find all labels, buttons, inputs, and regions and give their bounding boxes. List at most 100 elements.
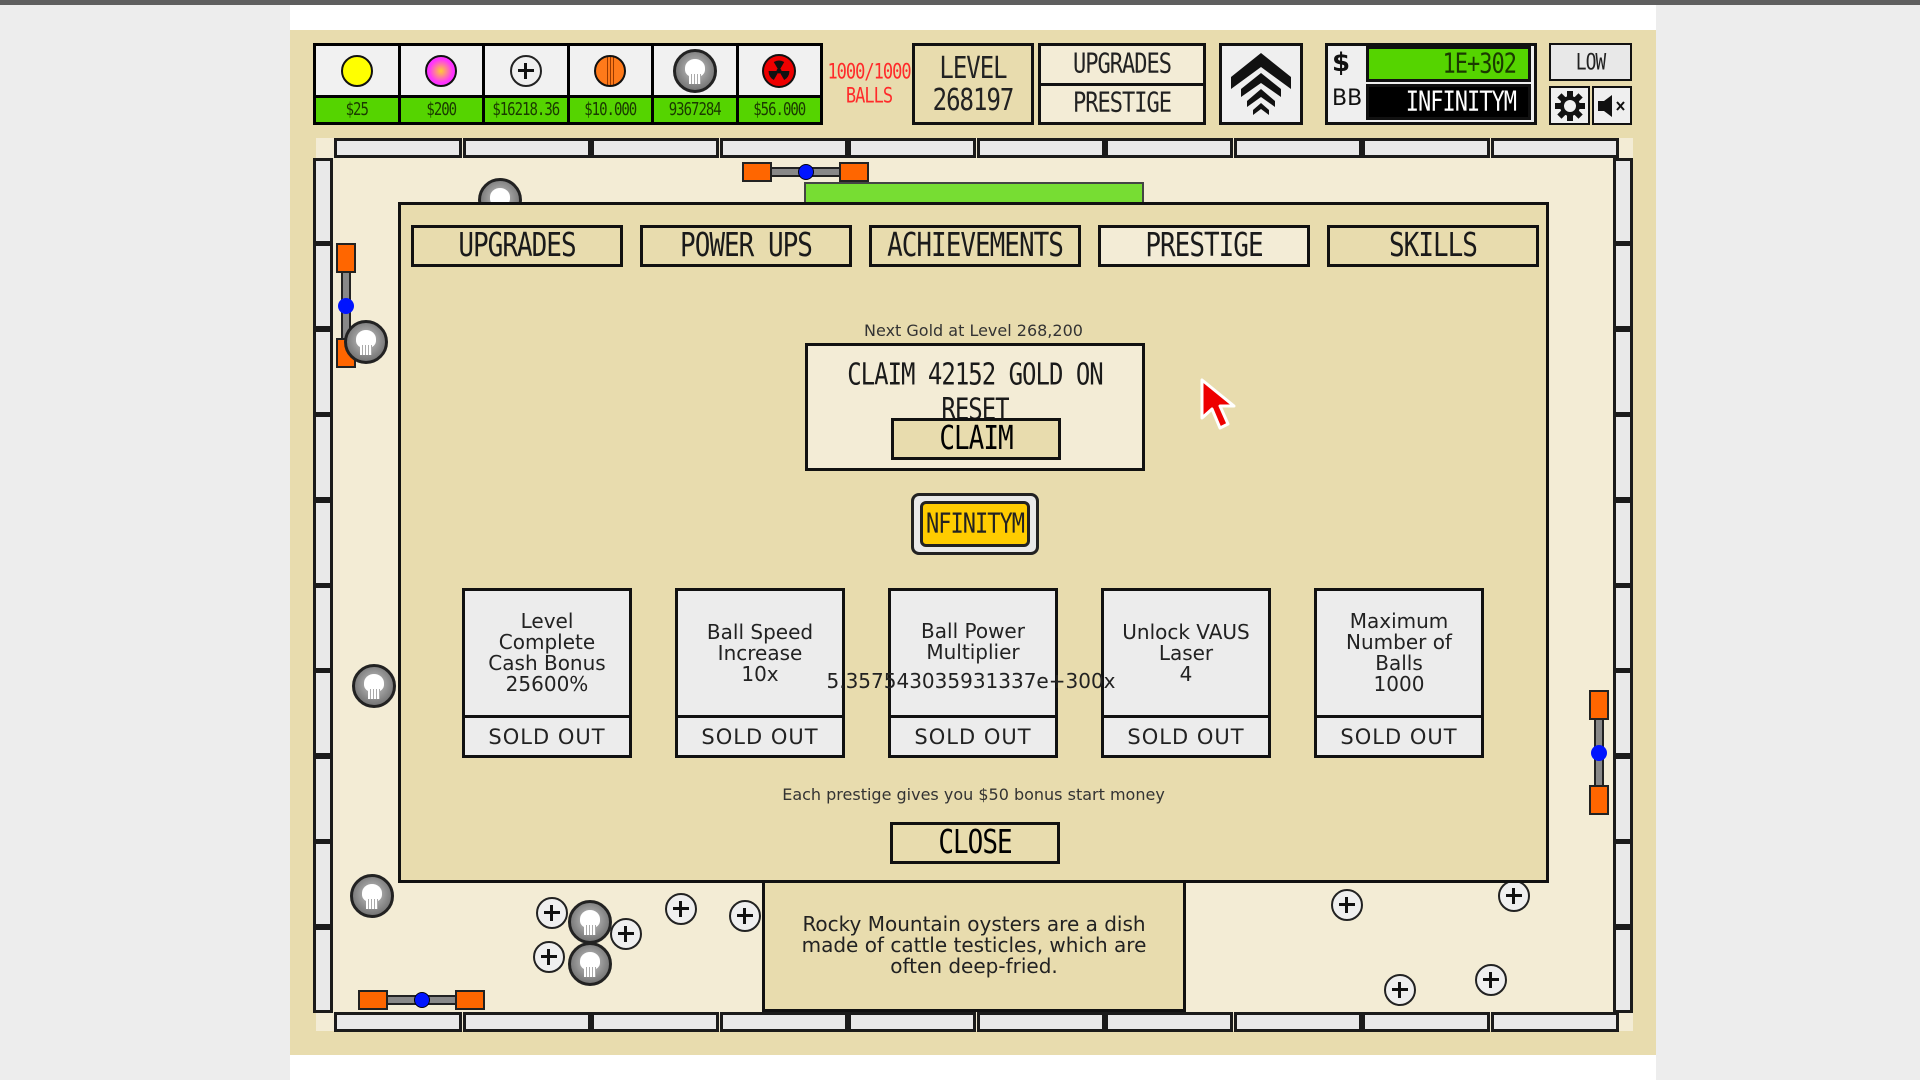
wall-brick	[1613, 926, 1633, 1013]
wall-brick	[1613, 499, 1633, 586]
mute-button[interactable]	[1592, 86, 1632, 125]
tab-prestige[interactable]: PRESTIGE	[1098, 225, 1310, 267]
upgrades-button[interactable]: UPGRADES	[1041, 46, 1203, 83]
menu-buttons: UPGRADES PRESTIGE	[1038, 43, 1206, 125]
wall-brick	[313, 499, 333, 586]
tab-label: ACHIEVEMENTS	[887, 227, 1064, 265]
ball-price: 9367284	[668, 100, 722, 120]
skull-ball	[350, 874, 394, 918]
wall-brick	[1613, 841, 1633, 928]
buy-ball-button-radioactive[interactable]: $56.000	[738, 46, 820, 122]
wall-brick	[1613, 243, 1633, 330]
tab-achievements[interactable]: ACHIEVEMENTS	[869, 225, 1081, 267]
upgrade-description: Unlock VAUS Laser 4	[1122, 619, 1250, 686]
wall-brick	[313, 158, 333, 244]
wall-brick	[848, 1012, 976, 1032]
prestige-dialog: UPGRADES POWER UPS ACHIEVEMENTS PRESTIGE…	[398, 202, 1549, 883]
plus-ball	[1331, 889, 1363, 921]
wall-brick	[1233, 1012, 1362, 1032]
wall-brick	[313, 755, 333, 842]
plus-ball	[665, 893, 697, 925]
buy-ball-button-plus[interactable]: $16218.36	[485, 46, 567, 122]
tab-label: POWER UPS	[680, 227, 813, 265]
skull-ball	[568, 942, 612, 986]
plus-ball-icon	[509, 54, 542, 87]
buy-ball-button-plasma[interactable]: $200	[400, 46, 482, 122]
ball-price: $16218.36	[492, 100, 560, 120]
wall-brick	[1105, 138, 1233, 158]
upgrade-description: Level Complete Cash Bonus 25600%	[488, 609, 606, 696]
plus-ball	[610, 918, 642, 950]
skull-ball-icon	[672, 48, 717, 93]
wall-brick	[334, 138, 462, 158]
radioactive-ball-icon	[762, 53, 797, 88]
plus-ball	[729, 900, 761, 932]
buy-ball-button-orange[interactable]: $10.000	[569, 46, 651, 122]
fun-fact-text: Rocky Mountain oysters are a dish made o…	[801, 912, 1147, 978]
wall-brick	[1613, 755, 1633, 842]
prestige-button[interactable]: PRESTIGE	[1041, 85, 1203, 122]
speaker-muted-icon	[1598, 94, 1625, 117]
wall-brick	[1613, 670, 1633, 757]
tab-label: PRESTIGE	[1145, 227, 1263, 265]
upgrade-buy-button[interactable]: SOLD OUT	[891, 715, 1055, 755]
money-value-field: 1E+302	[1366, 46, 1531, 82]
prestige-bonus-note: Each prestige gives you $50 bonus start …	[782, 785, 1165, 804]
claim-gold-text: CLAIM 42152 GOLD ON RESET	[847, 357, 1104, 427]
upgrades-button-label: UPGRADES	[1073, 48, 1172, 80]
orange-striped-ball-icon	[594, 54, 627, 87]
yellow-ball-icon	[340, 54, 373, 87]
quality-label: LOW	[1575, 48, 1606, 76]
paddle-top	[742, 162, 869, 182]
upgrade-buy-button[interactable]: SOLD OUT	[1317, 715, 1481, 755]
upgrade-description: Ball Power Multiplier	[921, 619, 1025, 664]
upgrade-card-cash-bonus: Level Complete Cash Bonus 25600% SOLD OU…	[462, 588, 632, 758]
upgrade-buy-button[interactable]: SOLD OUT	[678, 715, 842, 755]
wall-brick	[313, 243, 333, 330]
gear-icon	[1554, 90, 1585, 121]
wall-brick	[591, 138, 719, 158]
tab-upgrades[interactable]: UPGRADES	[411, 225, 623, 267]
claim-button-label: CLAIM	[939, 420, 1013, 458]
close-button[interactable]: CLOSE	[890, 822, 1060, 864]
claim-gold-panel: CLAIM 42152 GOLD ON RESET CLAIM	[805, 343, 1145, 471]
tab-label: SKILLS	[1389, 227, 1478, 265]
settings-button[interactable]	[1549, 86, 1590, 125]
wall-brick	[1233, 138, 1362, 158]
bb-label: BB	[1332, 86, 1363, 111]
wall-brick	[334, 1012, 462, 1032]
tab-label: UPGRADES	[458, 227, 576, 265]
ball-count-label: BALLS	[845, 83, 893, 109]
plus-ball	[1498, 880, 1530, 912]
wall-brick	[1490, 1012, 1619, 1032]
close-button-label: CLOSE	[938, 824, 1012, 862]
claim-button[interactable]: CLAIM	[891, 418, 1061, 460]
upgrade-description: Maximum Number of Balls 1000	[1346, 609, 1452, 696]
money-value: 1E+302	[1442, 48, 1517, 80]
tab-skills[interactable]: SKILLS	[1327, 225, 1539, 267]
wall-brick	[462, 138, 591, 158]
wall-brick	[1362, 1012, 1490, 1032]
wall-brick	[313, 414, 333, 501]
ball-power-multiplier-value: 5.357543035931337e+300x	[826, 669, 1116, 693]
wall-brick	[1490, 138, 1619, 158]
upgrade-description: Ball Speed Increase 10x	[706, 619, 814, 686]
pink-ball-icon	[425, 54, 458, 87]
tab-power-ups[interactable]: POWER UPS	[640, 225, 852, 267]
wall-brick	[1613, 328, 1633, 415]
wall-brick	[313, 841, 333, 928]
wall-brick	[313, 328, 333, 415]
level-up-button[interactable]	[1219, 43, 1303, 125]
triple-chevron-up-icon	[1231, 53, 1291, 115]
wall-brick	[1613, 158, 1633, 244]
wall-brick	[313, 926, 333, 1013]
buy-ball-button-basic[interactable]: $25	[316, 46, 398, 122]
paddle-right	[1589, 690, 1609, 815]
wall-brick	[313, 585, 333, 671]
upgrade-buy-button[interactable]: SOLD OUT	[465, 715, 629, 755]
upgrade-buy-button[interactable]: SOLD OUT	[1104, 715, 1268, 755]
upgrade-card-max-balls: Maximum Number of Balls 1000 SOLD OUT	[1314, 588, 1484, 758]
buy-ball-button-skull[interactable]: 9367284	[654, 46, 736, 122]
wall-brick	[1613, 585, 1633, 671]
quality-toggle-button[interactable]: LOW	[1549, 43, 1632, 81]
